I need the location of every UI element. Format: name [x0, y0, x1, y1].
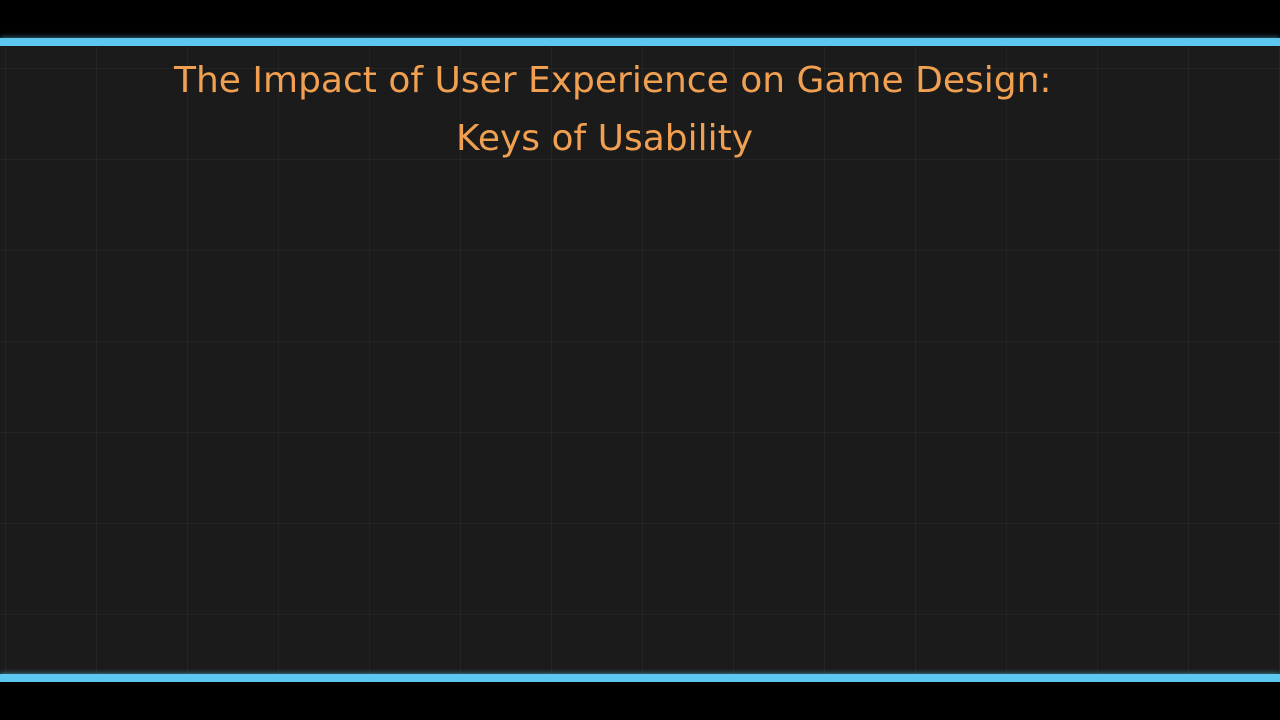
letterbox-bottom: [0, 682, 1280, 720]
letterbox-top: [0, 0, 1280, 38]
bottom-accent-line: [0, 674, 1280, 682]
top-accent-line: [0, 38, 1280, 46]
slide-stage: The Impact of User Experience on Game De…: [0, 46, 1280, 674]
slide-title-line-1: The Impact of User Experience on Game De…: [174, 60, 1052, 101]
slide-title-line-2: Keys of Usability: [456, 118, 754, 159]
video-frame: The Impact of User Experience on Game De…: [0, 0, 1280, 720]
